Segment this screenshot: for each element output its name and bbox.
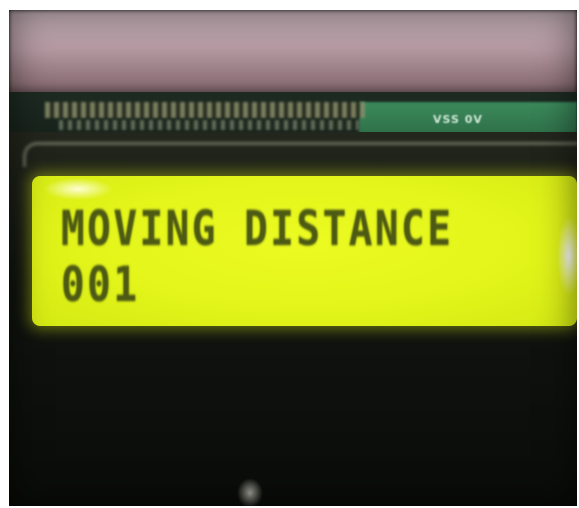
bezel-edge	[23, 142, 577, 167]
lcd-line-2: 001	[61, 257, 140, 313]
solder-pads	[59, 120, 359, 130]
screen-glare	[43, 178, 113, 200]
background-wall	[9, 10, 577, 96]
header-pins	[45, 102, 365, 118]
light-reflection	[557, 216, 577, 296]
lcd-line-1: MOVING DISTANCE	[61, 201, 454, 257]
pcb-silkscreen-label: VSS 0V	[433, 113, 483, 126]
lcd-photo: VSS 0V MOVING DISTANCE 001	[9, 10, 577, 506]
bottom-reflection	[237, 478, 263, 506]
